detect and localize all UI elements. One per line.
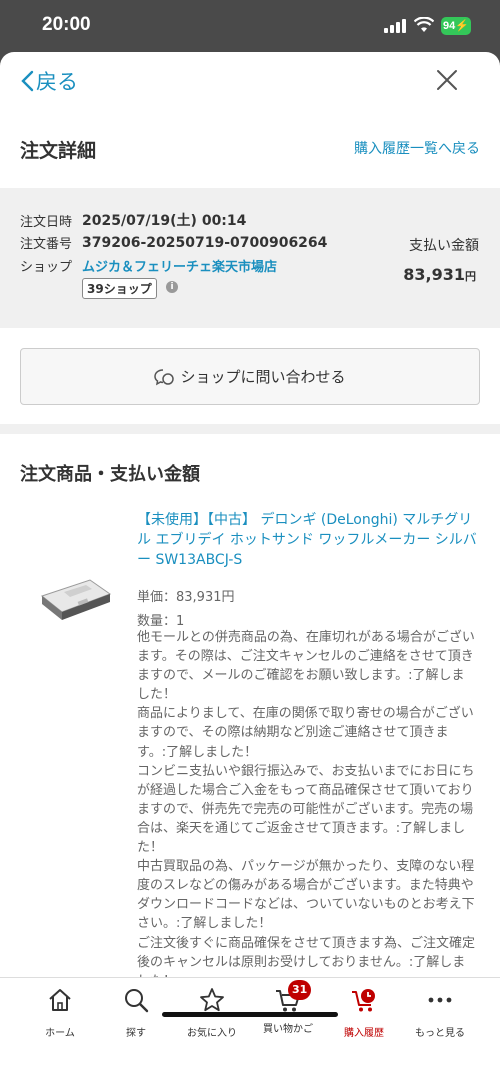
home-indicator: [162, 1012, 338, 1017]
star-icon: [200, 988, 224, 1012]
section-title: 注文商品・支払い金額: [20, 464, 200, 485]
shop-label: ショップ: [20, 260, 73, 275]
order-summary: 注文日時 2025/07/19(土) 00:14 注文番号 379206-202…: [0, 188, 500, 328]
payment-value: 83,931: [403, 265, 465, 284]
status-time: 20:00: [42, 14, 91, 35]
order-number-label: 注文番号: [20, 237, 73, 252]
tab-label: ホーム: [45, 1028, 75, 1039]
quantity: 数量：1: [137, 614, 185, 629]
tab-label: もっと見る: [415, 1028, 465, 1039]
order-date: 2025/07/19(土) 00:14: [82, 213, 247, 229]
tab-home[interactable]: ホーム: [22, 986, 98, 1039]
payment-amount: 83,931円: [403, 265, 476, 284]
contact-label: ショップに問い合わせる: [180, 368, 346, 386]
battery-indicator: 94⚡: [441, 17, 471, 35]
order-number-row: 注文番号 379206-20250719-0700906264: [20, 233, 328, 253]
tab-label: お気に入り: [187, 1028, 237, 1039]
chat-icon: [154, 368, 175, 385]
back-button[interactable]: 戻る: [20, 66, 78, 96]
order-date-row: 注文日時 2025/07/19(土) 00:14: [20, 210, 246, 230]
product-name-link[interactable]: 【未使用】【中古】 デロンギ (DeLonghi) マルチグリル エブリデイ ホ…: [137, 510, 477, 570]
bottom-tab-bar: ホーム 探す お気に入り 31 買い物かご 購入履歴 もっと見る: [0, 977, 500, 1080]
status-bar: 20:00 94⚡: [0, 0, 500, 52]
section-divider: [0, 424, 500, 434]
close-icon[interactable]: [436, 69, 458, 91]
home-icon: [49, 989, 71, 1011]
shop-row: ショップ ムジカ＆フェリーチェ楽天市場店: [20, 256, 277, 275]
info-icon[interactable]: i: [166, 281, 178, 293]
purchase-history-link[interactable]: 購入履歴一覧へ戻る: [354, 138, 480, 158]
back-label: 戻る: [36, 70, 78, 94]
unit-price: 単価：83,931円: [137, 590, 235, 605]
order-detail-sheet: 戻る 注文詳細 購入履歴一覧へ戻る 注文日時 2025/07/19(土) 00:…: [0, 52, 500, 1080]
tab-cart[interactable]: 31 買い物かご: [250, 980, 326, 1035]
shop-link[interactable]: ムジカ＆フェリーチェ楽天市場店: [82, 256, 277, 275]
chevron-left-icon: [21, 70, 34, 92]
tab-label: 探す: [126, 1028, 146, 1039]
tab-more[interactable]: もっと見る: [402, 986, 478, 1039]
tab-label: 買い物かご: [263, 1024, 313, 1035]
contact-shop-button[interactable]: ショップに問い合わせる: [20, 348, 480, 405]
signal-icon: [384, 19, 408, 33]
tab-label: 購入履歴: [344, 1028, 384, 1039]
cart-count-badge: 31: [288, 980, 312, 1000]
product-image[interactable]: [34, 570, 114, 626]
purchase-history-icon: [352, 989, 375, 1012]
shop-badge: 39ショップ: [82, 278, 157, 299]
payment-label: 支払い金額: [409, 238, 479, 254]
battery-level: 94: [443, 20, 456, 32]
order-date-label: 注文日時: [20, 214, 73, 230]
search-icon: [125, 989, 149, 1013]
top-nav: 戻る: [0, 52, 500, 108]
cart-icon-wrap: 31: [274, 980, 312, 1014]
title-row: 注文詳細 購入履歴一覧へ戻る: [0, 128, 500, 168]
order-remarks: 他モールとの併売商品の為、在庫切れがある場合がございます。その際は、ご注文キャン…: [137, 630, 476, 989]
page-title: 注文詳細: [20, 140, 97, 162]
wifi-icon: [414, 17, 434, 32]
order-number: 379206-20250719-0700906264: [82, 234, 328, 251]
more-icon: [428, 997, 452, 1003]
payment-unit: 円: [465, 270, 476, 283]
